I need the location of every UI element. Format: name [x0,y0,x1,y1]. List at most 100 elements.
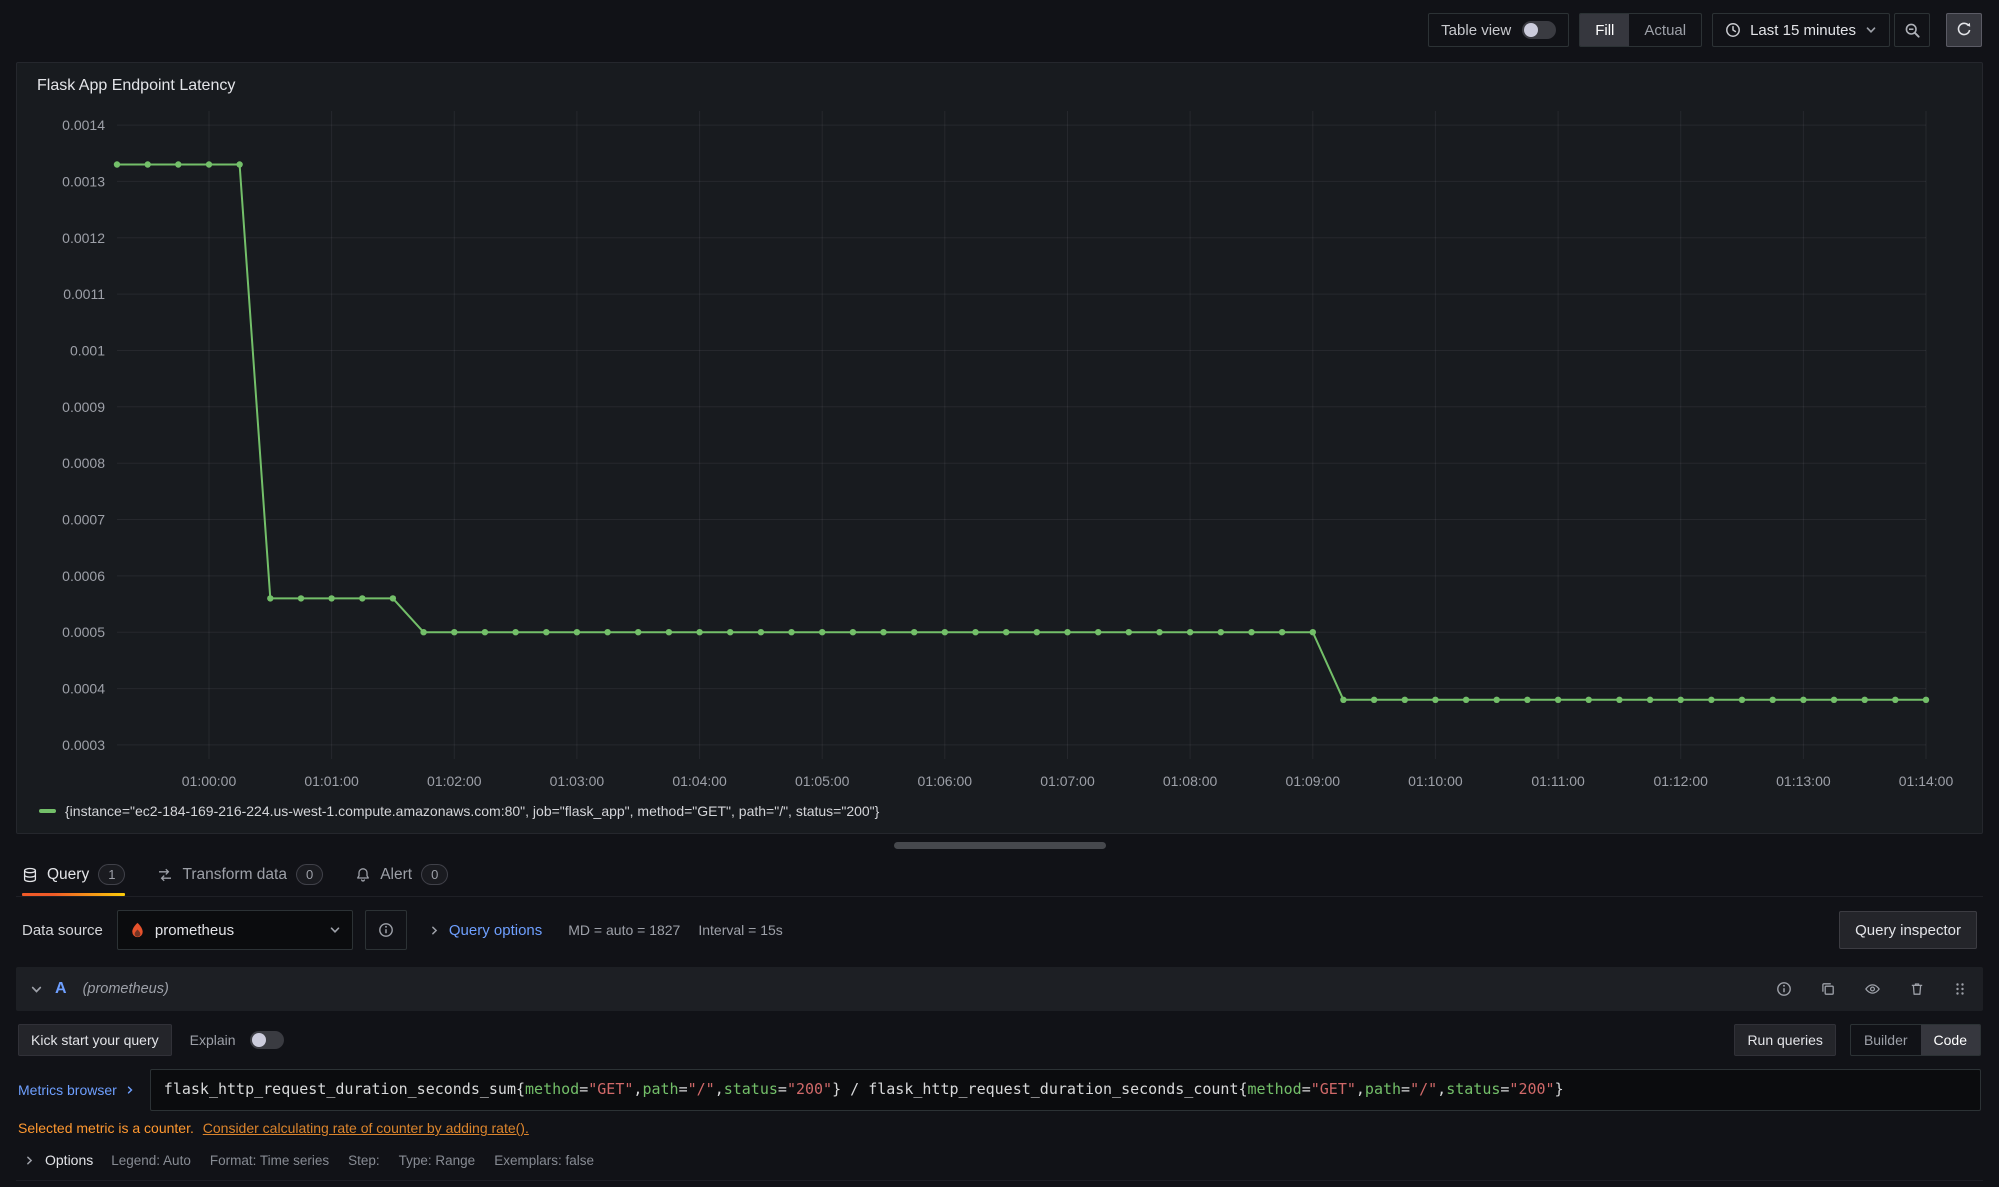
tab-transform-data[interactable]: Transform data 0 [157,853,323,896]
svg-text:01:00:00: 01:00:00 [182,773,237,789]
trash-icon [1909,981,1925,997]
legend-item[interactable]: {instance="ec2-184-169-216-224.us-west-1… [31,795,1968,827]
svg-text:01:11:00: 01:11:00 [1531,773,1585,789]
explain-toggle[interactable] [250,1031,284,1049]
svg-text:01:01:00: 01:01:00 [304,773,359,789]
max-data-points-text: MD = auto = 1827 [568,922,680,938]
svg-text:01:10:00: 01:10:00 [1408,773,1463,789]
svg-text:0.0005: 0.0005 [62,624,105,640]
eye-icon [1864,981,1881,997]
query-datasource-hint: (prometheus) [83,981,169,997]
drag-handle-icon[interactable] [1951,979,1969,999]
tab-alert[interactable]: Alert 0 [355,853,448,896]
query-input-row: Metrics browser flask_http_request_durat… [16,1069,1983,1111]
explain-label: Explain [190,1032,236,1048]
svg-text:01:02:00: 01:02:00 [427,773,482,789]
svg-text:0.0006: 0.0006 [62,568,105,584]
table-view-group: Table view [1428,13,1569,47]
svg-text:0.0011: 0.0011 [63,286,105,302]
refresh-icon [1956,22,1972,38]
legend-series-swatch [39,809,56,813]
toggle-knob [1524,23,1538,37]
chevron-right-icon [429,925,440,936]
query-toolbar: Kick start your query Explain Run querie… [16,1024,1983,1056]
time-range-picker[interactable]: Last 15 minutes [1712,13,1890,47]
svg-text:01:07:00: 01:07:00 [1040,773,1095,789]
query-row-header: A (prometheus) [16,967,1983,1011]
hide-query-button[interactable] [1862,979,1883,999]
zoom-out-button[interactable] [1894,13,1930,47]
tab-query-count: 1 [98,864,125,885]
svg-text:01:03:00: 01:03:00 [550,773,605,789]
options-summary: Legend: AutoFormat: Time seriesStep:Type… [111,1153,594,1168]
run-queries-button[interactable]: Run queries [1734,1024,1836,1056]
datasource-picker[interactable]: prometheus [117,910,353,950]
datasource-help-button[interactable] [365,910,407,950]
promql-input[interactable]: flask_http_request_duration_seconds_sum{… [150,1069,1981,1111]
svg-text:01:09:00: 01:09:00 [1286,773,1341,789]
tab-query[interactable]: Query 1 [22,853,125,896]
chevron-right-icon [125,1085,135,1095]
svg-text:01:13:00: 01:13:00 [1776,773,1831,789]
add-rate-link[interactable]: Consider calculating rate of counter by … [203,1120,529,1136]
chevron-right-icon[interactable] [24,1155,35,1166]
chevron-down-icon [329,924,341,936]
info-circle-icon [378,922,394,938]
code-button[interactable]: Code [1921,1025,1980,1055]
svg-text:0.0013: 0.0013 [62,173,105,189]
tab-alert-label: Alert [380,866,412,884]
interval-text: Interval = 15s [698,922,782,938]
metrics-browser-label: Metrics browser [18,1082,117,1098]
query-warning-info-button[interactable] [1774,979,1794,999]
svg-text:0.0014: 0.0014 [62,117,105,133]
table-view-toggle[interactable] [1522,21,1556,39]
editor-tabs: Query 1 Transform data 0 Alert 0 [16,853,1983,897]
builder-code-toggle: Builder Code [1850,1024,1981,1056]
query-inspector-button[interactable]: Query inspector [1839,911,1977,949]
refresh-button[interactable] [1946,13,1982,47]
svg-text:0.0008: 0.0008 [62,455,105,471]
svg-text:01:04:00: 01:04:00 [672,773,727,789]
actual-button[interactable]: Actual [1629,14,1701,46]
counter-warning: Selected metric is a counter. Consider c… [18,1120,1983,1136]
copy-icon [1820,981,1836,997]
query-ref-id: A [55,980,67,998]
datasource-row: Data source prometheus Query options MD … [16,909,1983,951]
panel-editor-toolbar: Table view Fill Actual Last 15 minutes [0,0,1999,60]
remove-query-button[interactable] [1907,979,1927,999]
svg-text:01:06:00: 01:06:00 [918,773,973,789]
svg-text:0.0012: 0.0012 [62,230,105,246]
timeseries-panel: Flask App Endpoint Latency 0.00140.00130… [16,62,1983,834]
tab-query-label: Query [47,866,89,884]
collapse-query-chevron-icon[interactable] [30,983,43,996]
builder-button[interactable]: Builder [1851,1025,1921,1055]
latency-chart[interactable]: 0.0014 0.0013 0.0012 0.0011 0.001 0.0009 0.000… [31,99,1968,795]
datasource-label: Data source [22,922,103,939]
latency-chart-svg[interactable]: 0.0014 0.0013 0.0012 0.0011 0.001 0.0009 0.000… [31,99,1968,795]
kick-start-query-button[interactable]: Kick start your query [18,1024,172,1056]
horizontal-scrollbar[interactable] [894,842,1106,849]
query-options-toggle[interactable]: Query options [429,922,542,939]
svg-text:01:12:00: 01:12:00 [1653,773,1708,789]
options-label[interactable]: Options [45,1152,93,1168]
tab-transform-label: Transform data [182,866,287,884]
svg-text:0.0009: 0.0009 [62,399,105,415]
tab-transform-count: 0 [296,864,323,885]
query-options-label: Query options [449,922,542,939]
database-icon [22,867,38,883]
svg-text:0.0003: 0.0003 [62,737,105,753]
fill-button[interactable]: Fill [1580,14,1629,46]
svg-text:0.0004: 0.0004 [62,681,105,697]
bell-icon [355,867,371,883]
svg-text:0.0007: 0.0007 [62,512,105,528]
metrics-browser-toggle[interactable]: Metrics browser [18,1082,150,1098]
legend-series-label: {instance="ec2-184-169-216-224.us-west-1… [65,803,879,819]
duplicate-query-button[interactable] [1818,979,1838,999]
svg-text:01:08:00: 01:08:00 [1163,773,1218,789]
clock-icon [1725,22,1741,38]
panel-title: Flask App Endpoint Latency [31,71,1968,99]
zoom-out-icon [1904,22,1921,39]
datasource-value: prometheus [155,922,234,939]
svg-text:0.001: 0.001 [70,343,105,359]
table-view-label: Table view [1441,22,1511,39]
